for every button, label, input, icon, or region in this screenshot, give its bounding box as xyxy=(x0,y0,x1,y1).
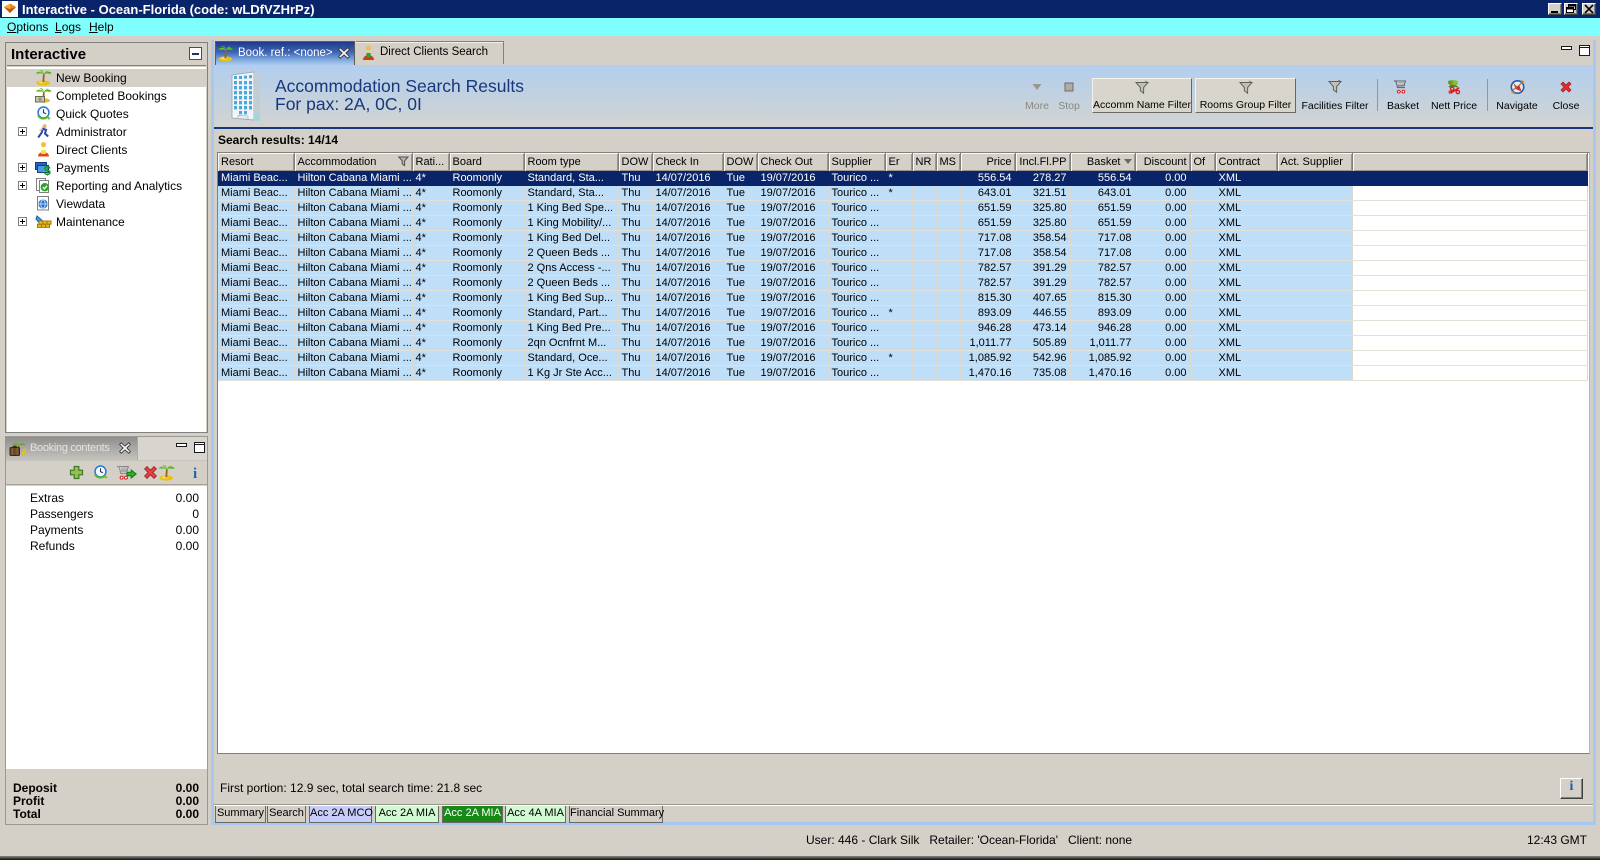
svg-text:$: $ xyxy=(44,163,52,176)
svg-text:i: i xyxy=(193,466,197,481)
